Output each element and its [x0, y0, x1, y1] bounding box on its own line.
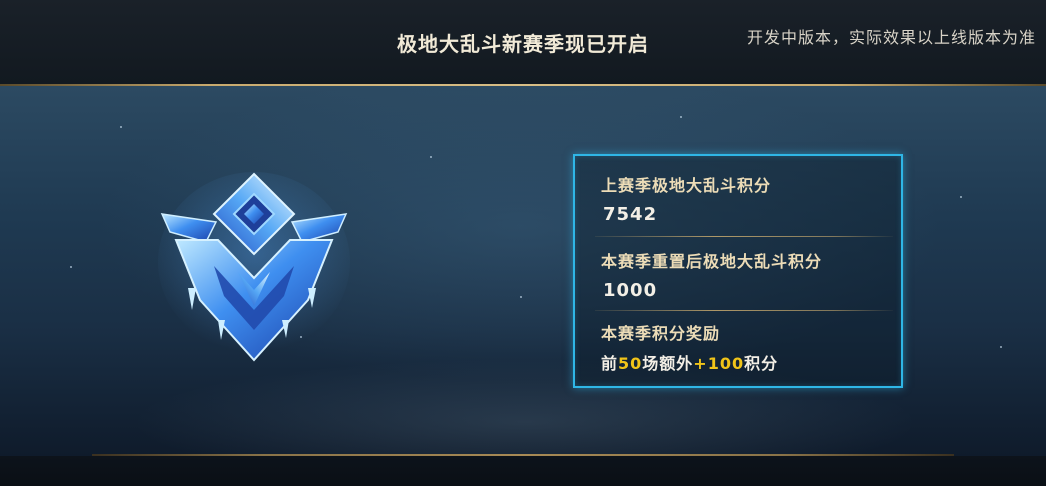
panel-divider	[595, 310, 893, 311]
star	[70, 266, 72, 268]
bottom-bar	[0, 456, 1046, 486]
star	[520, 296, 522, 298]
star	[120, 126, 122, 128]
star	[960, 196, 962, 198]
top-bar: 极地大乱斗新赛季现已开启 开发中版本，实际效果以上线版本为准	[0, 0, 1046, 84]
last-season-score-value: 7542	[603, 204, 658, 225]
last-season-score-label: 上赛季极地大乱斗积分	[601, 176, 772, 195]
dev-notice: 开发中版本，实际效果以上线版本为准	[746, 28, 1036, 47]
reward-text: 前50场额外+100积分	[601, 350, 778, 374]
reward-suffix: 积分	[744, 354, 779, 373]
reset-score-label: 本赛季重置后极地大乱斗积分	[601, 252, 823, 271]
panel-divider	[595, 236, 893, 237]
reward-games-count: 50	[618, 354, 643, 373]
reset-score-value: 1000	[603, 280, 658, 301]
reward-bonus-points: +100	[693, 354, 745, 373]
reward-middle: 场额外	[642, 354, 694, 373]
ice-rank-emblem-icon	[158, 172, 350, 362]
reward-label: 本赛季积分奖励	[601, 324, 721, 343]
star	[430, 156, 432, 158]
star	[680, 116, 682, 118]
season-score-panel: 上赛季极地大乱斗积分 7542 本赛季重置后极地大乱斗积分 1000 本赛季积分…	[573, 154, 903, 388]
reward-prefix: 前	[601, 354, 619, 373]
star	[1000, 346, 1002, 348]
